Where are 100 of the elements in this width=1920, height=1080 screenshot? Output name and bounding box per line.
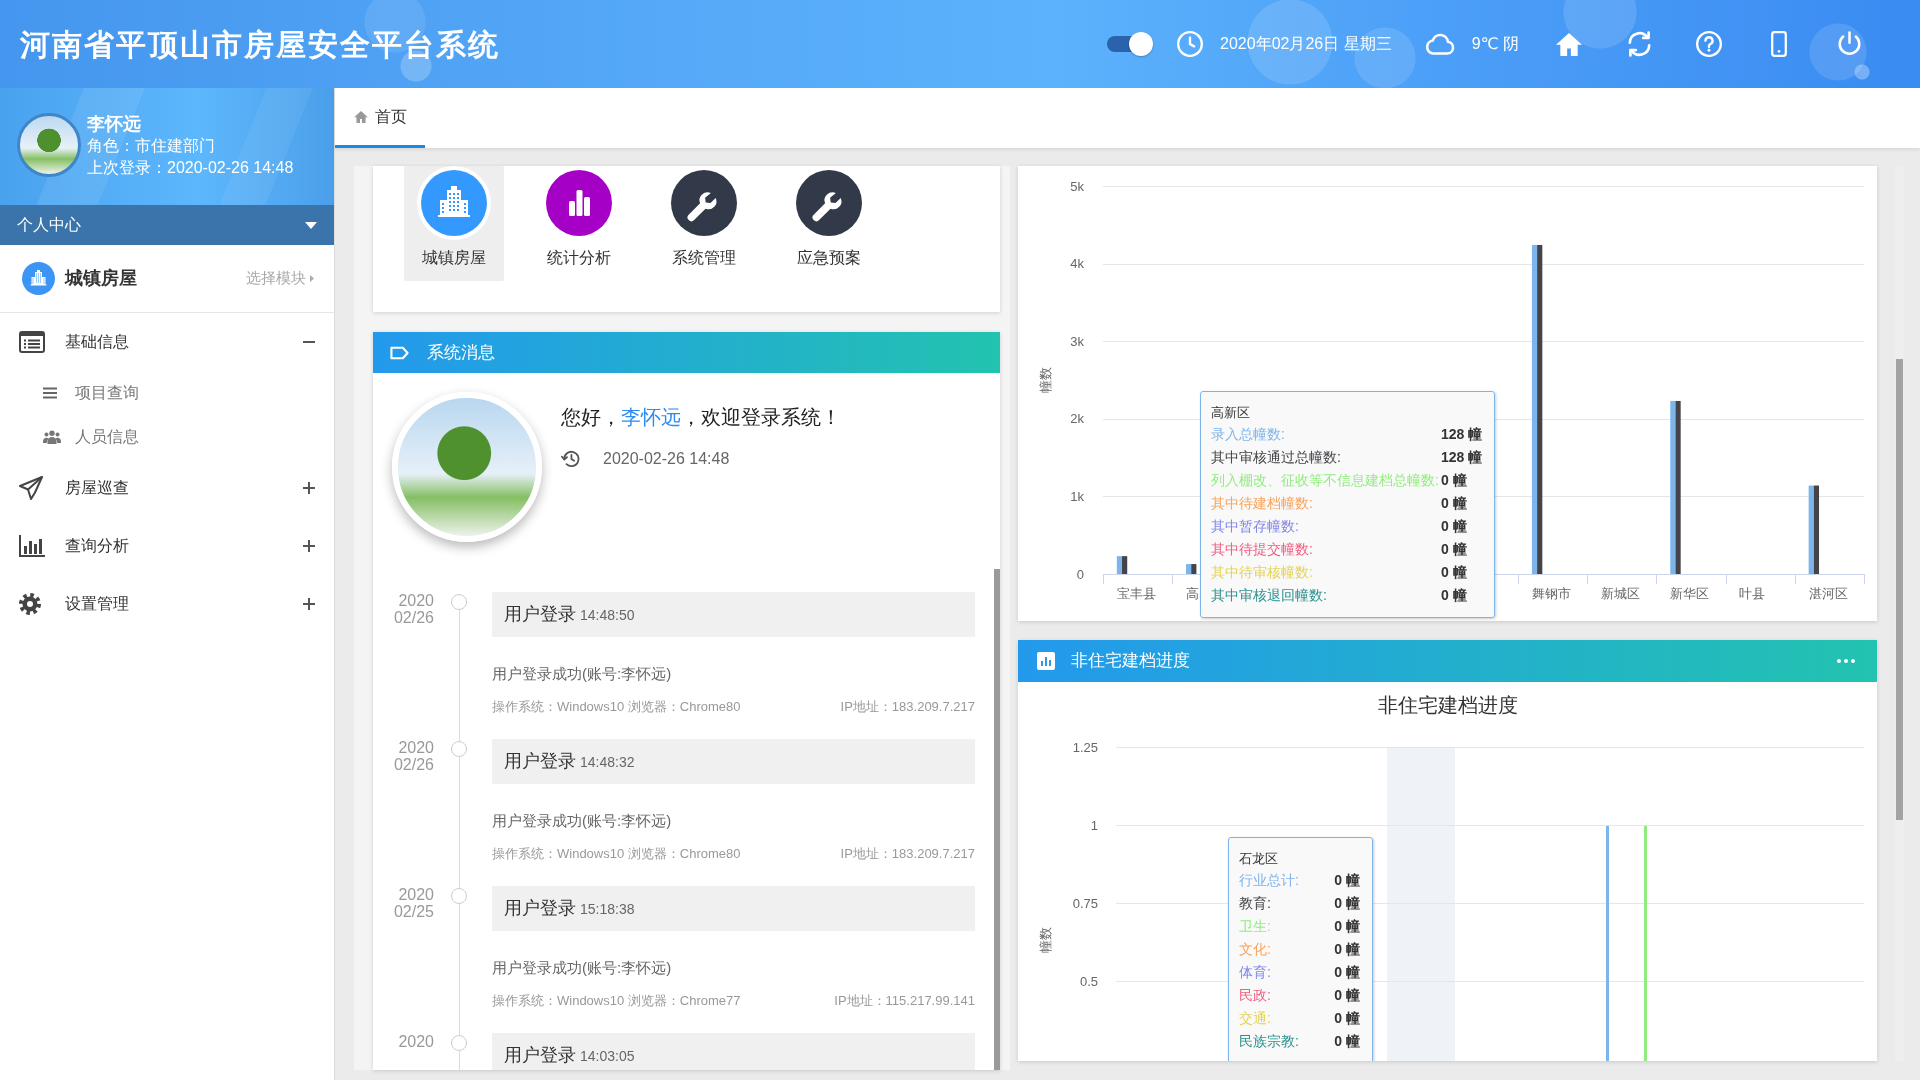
tooltip-value: 0 幢 [1334, 940, 1360, 959]
personal-center-button[interactable]: 个人中心 [0, 205, 334, 245]
entry-time: 14:03:05 [580, 1048, 635, 1064]
tooltip-value: 0 幢 [1440, 471, 1468, 490]
axis-label: 2k [1070, 411, 1084, 427]
axis-label: 新城区 [1601, 586, 1641, 601]
tooltip-label: 体育: [1239, 963, 1272, 982]
ip-address: IP地址：183.209.7.217 [840, 699, 975, 715]
module-button[interactable]: 城镇房屋 [404, 166, 504, 281]
tab[interactable]: 首页 [335, 88, 425, 148]
tooltip-value: 0 幢 [1440, 517, 1468, 536]
timeline-circle-icon [451, 594, 467, 610]
submenu-item[interactable]: 项目查询 [0, 371, 334, 415]
entry-time: 14:48:50 [580, 607, 635, 623]
tooltip-label: 其中审核退回幢数: [1211, 586, 1328, 605]
client-info: 操作系统：Windows10 浏览器：Chrome80 [492, 699, 741, 715]
user-name: 李怀远 [87, 113, 142, 135]
tooltip-value: 0 幢 [1440, 494, 1468, 513]
axis-label: 高 [1186, 586, 1199, 601]
client-info: 操作系统：Windows10 浏览器：Chrome77 [492, 993, 741, 1009]
timeline-circle-icon [451, 1035, 467, 1051]
mobile-phone-icon[interactable] [1771, 31, 1787, 57]
client-info: 操作系统：Windows10 浏览器：Chrome80 [492, 846, 741, 862]
entry-year: 2020 [397, 592, 434, 609]
axis-label: 0.75 [1072, 895, 1098, 911]
axis-label: 宝丰县 [1116, 586, 1156, 601]
axis-label: 湛河区 [1808, 586, 1848, 601]
axis-label: 舞钢市 [1531, 586, 1571, 601]
history-icon [561, 450, 581, 468]
tooltip-label: 教育: [1239, 894, 1272, 913]
building-icon [22, 262, 55, 295]
clock-icon [1177, 31, 1204, 57]
entry-title: 用户登录 [504, 1045, 576, 1065]
tooltip-label: 民政: [1239, 986, 1272, 1005]
power-icon[interactable] [1837, 31, 1861, 57]
tooltip-value: 0 幢 [1334, 917, 1360, 936]
panel-title: 系统消息 [427, 341, 495, 364]
axis-title: 幢数 [1038, 367, 1053, 393]
axis-label: 叶县 [1739, 586, 1766, 601]
settings-icon [19, 593, 41, 615]
tooltip-label: 民族宗教: [1239, 1032, 1300, 1051]
menu-item[interactable]: 查询分析 [0, 517, 334, 575]
module-button[interactable]: 应急预案 [779, 166, 879, 281]
tooltip-value: 0 幢 [1334, 894, 1360, 913]
tooltip-label: 其中审核通过总幢数: [1211, 448, 1342, 467]
more-icon[interactable] [1837, 659, 1855, 663]
ip-address: IP地址：183.209.7.217 [840, 846, 975, 862]
entry-year: 2020 [397, 886, 434, 903]
tooltip-label: 列入棚改、征收等不信息建档总幢数: [1211, 471, 1439, 490]
axis-title: 幢数 [1038, 927, 1053, 953]
chart-icon [1037, 652, 1055, 670]
tooltip-label: 交通: [1239, 1009, 1272, 1028]
tooltip-label: 行业总计: [1239, 871, 1300, 890]
menu-item[interactable]: 房屋巡查 [0, 459, 334, 517]
tooltip-title: 高新区 [1211, 404, 1251, 422]
greeting-text: 您好，李怀远，欢迎登录系统！ [561, 405, 841, 430]
weather-text: 9℃ 阴 [1471, 34, 1519, 54]
tooltip-label: 其中暂存幢数: [1211, 517, 1300, 536]
tooltip-label: 其中待建档幢数: [1211, 494, 1314, 513]
tooltip-value: 0 幢 [1334, 963, 1360, 982]
module-button[interactable]: 统计分析 [529, 166, 629, 281]
submenu-item[interactable]: 人员信息 [0, 415, 334, 459]
entry-title: 用户登录 [504, 604, 576, 624]
home-icon [354, 110, 368, 123]
axis-label: 3k [1070, 333, 1084, 349]
axis-label: 4k [1070, 256, 1084, 272]
entry-title: 用户登录 [504, 898, 576, 918]
ip-address: IP地址：115.217.99.141 [834, 993, 975, 1009]
last-login-text: 上次登录：2020-02-26 14:48 [87, 158, 294, 178]
menu-item[interactable]: 基础信息 [0, 313, 334, 371]
refresh-icon[interactable] [1627, 31, 1651, 57]
axis-label: 1k [1070, 488, 1084, 504]
axis-label: 1 [1090, 817, 1098, 833]
scroll-thumb[interactable] [1896, 359, 1903, 820]
entry-date: 02/26 [392, 609, 434, 626]
axis-label: 0.5 [1079, 973, 1098, 989]
scrollbar[interactable] [994, 569, 1000, 1070]
menu-item[interactable]: 设置管理 [0, 575, 334, 633]
list-icon [19, 331, 45, 353]
axis-label: 1.25 [1072, 739, 1098, 755]
timeline-circle-icon [451, 888, 467, 904]
module-name: 城镇房屋 [65, 267, 137, 290]
home-icon[interactable] [1556, 32, 1582, 56]
toggle-switch[interactable] [1107, 32, 1154, 56]
entry-date: 02/25 [392, 903, 434, 920]
date-text: 2020年02月26日 星期三 [1220, 34, 1392, 54]
module-button[interactable]: 系统管理 [654, 166, 754, 281]
tooltip-value: 0 幢 [1334, 871, 1360, 890]
tooltip-label: 卫生: [1239, 917, 1272, 936]
entry-description: 用户登录成功(账号:李怀远) [492, 664, 673, 684]
tooltip-label: 其中待提交幢数: [1211, 540, 1314, 559]
users-icon [43, 430, 61, 444]
user-role: 角色：市住建部门 [87, 136, 216, 156]
timeline-circle-icon [451, 741, 467, 757]
tooltip-label: 录入总幢数: [1211, 425, 1286, 444]
tooltip-value: 0 幢 [1334, 1009, 1360, 1028]
paper-plane-icon [19, 476, 43, 500]
entry-date: 02/26 [392, 756, 434, 773]
help-icon[interactable] [1696, 31, 1722, 57]
caret-down-icon [305, 221, 317, 229]
